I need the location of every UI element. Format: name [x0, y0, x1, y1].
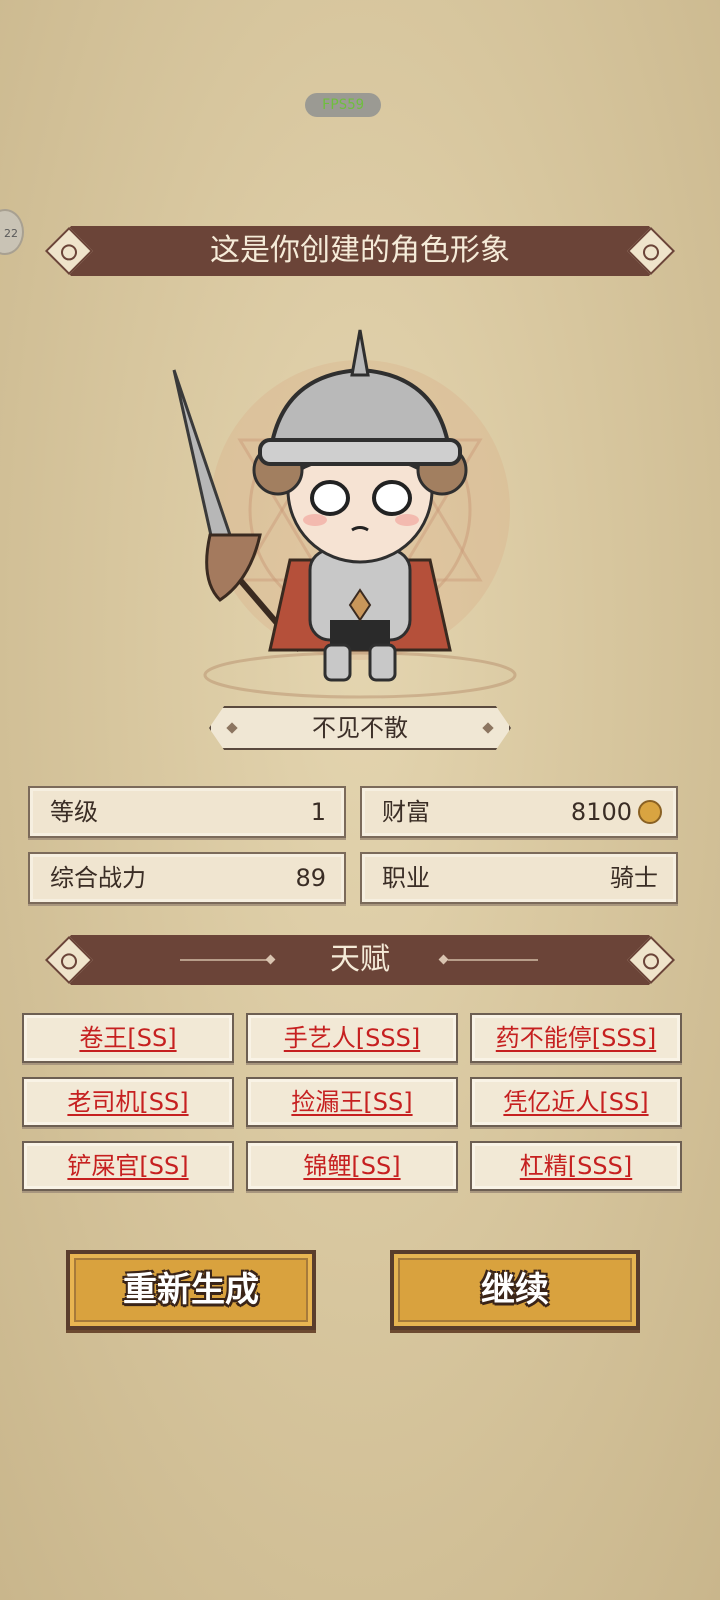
stat-power: 综合战力 89 — [28, 852, 346, 904]
stat-label: 财富 — [382, 798, 430, 826]
talent-item[interactable]: 捡漏王[SS] — [246, 1077, 458, 1127]
stat-label: 等级 — [50, 798, 98, 826]
stat-class: 职业 骑士 — [360, 852, 678, 904]
page-title: 这是你创建的角色形象 — [210, 233, 510, 268]
talent-link[interactable]: 杠精[SSS] — [520, 1152, 632, 1180]
talent-link[interactable]: 卷王[SS] — [79, 1024, 176, 1052]
talent-item[interactable]: 凭亿近人[SS] — [470, 1077, 682, 1127]
side-tab-button[interactable]: 22 — [0, 209, 24, 255]
talents-title: 天赋 — [330, 942, 390, 977]
talent-item[interactable]: 铲屎官[SS] — [22, 1141, 234, 1191]
talent-item[interactable]: 杠精[SSS] — [470, 1141, 682, 1191]
character-name: 不见不散 — [312, 714, 408, 742]
talent-item[interactable]: 卷王[SS] — [22, 1013, 234, 1063]
talent-item[interactable]: 手艺人[SSS] — [246, 1013, 458, 1063]
talent-link[interactable]: 铲屎官[SS] — [67, 1152, 188, 1180]
stat-level: 等级 1 — [28, 786, 346, 838]
stat-value: 89 — [295, 864, 326, 892]
talent-link[interactable]: 凭亿近人[SS] — [503, 1088, 648, 1116]
stat-value: 1 — [310, 798, 326, 826]
continue-button[interactable]: 继续 — [390, 1250, 640, 1330]
talent-link[interactable]: 锦鲤[SS] — [303, 1152, 400, 1180]
talent-link[interactable]: 老司机[SS] — [67, 1088, 188, 1116]
talent-item[interactable]: 药不能停[SSS] — [470, 1013, 682, 1063]
regenerate-label: 重新生成 — [123, 1270, 259, 1310]
stat-wealth: 财富 8100 — [360, 786, 678, 838]
talent-item[interactable]: 锦鲤[SS] — [246, 1141, 458, 1191]
talent-link[interactable]: 手艺人[SSS] — [284, 1024, 420, 1052]
continue-label: 继续 — [481, 1270, 549, 1310]
stat-value: 骑士 — [610, 864, 658, 892]
character-portrait — [160, 320, 560, 700]
stat-label: 综合战力 — [50, 864, 146, 892]
coin-icon — [638, 800, 662, 824]
talent-link[interactable]: 捡漏王[SS] — [291, 1088, 412, 1116]
regenerate-button[interactable]: 重新生成 — [66, 1250, 316, 1330]
talent-item[interactable]: 老司机[SS] — [22, 1077, 234, 1127]
fps-counter: FPS59 — [305, 93, 381, 117]
stat-label: 职业 — [382, 864, 430, 892]
talent-link[interactable]: 药不能停[SSS] — [496, 1024, 656, 1052]
stat-value: 8100 — [570, 798, 632, 826]
